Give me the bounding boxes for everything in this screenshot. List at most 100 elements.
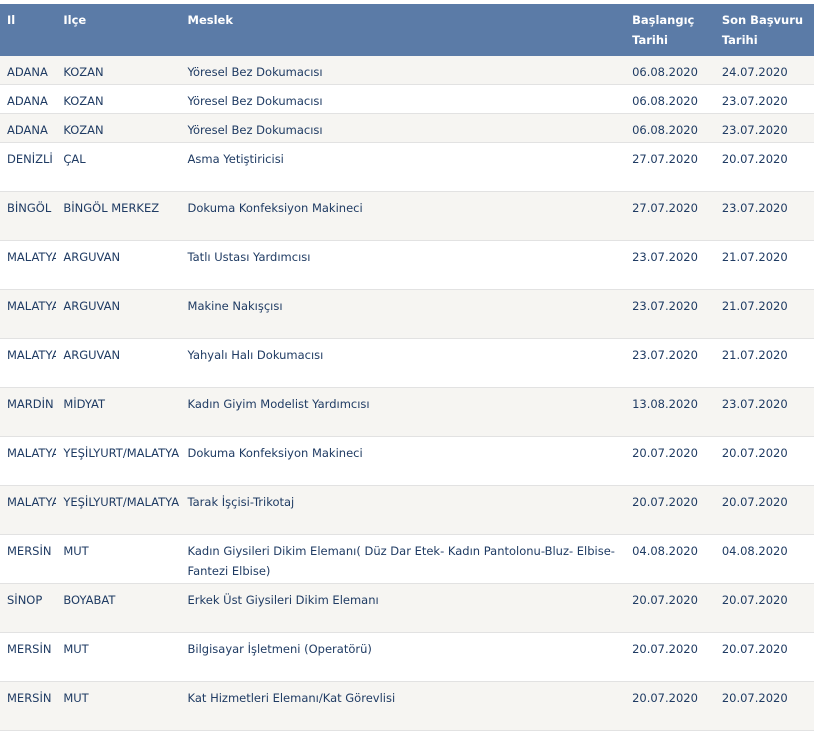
cell-meslek: Bilgisayar İşletmeni (Operatörü) xyxy=(180,632,626,682)
cell-ilce: YEŞİLYURT/MALATYA xyxy=(56,436,181,486)
cell-baslangic-tarihi: 20.07.2020 xyxy=(625,436,715,486)
cell-meslek: Erkek Üst Giysileri Dikim Elemanı xyxy=(180,583,626,633)
cell-ilce: YEŞİLYURT/MALATYA xyxy=(56,485,181,535)
cell-baslangic-tarihi: 13.08.2020 xyxy=(625,387,715,437)
cell-son-basvuru-tarihi: 20.07.2020 xyxy=(714,436,814,486)
cell-baslangic-tarihi: 06.08.2020 xyxy=(625,113,715,143)
cell-il: MALATYA xyxy=(0,240,57,290)
cell-ilce: ARGUVAN xyxy=(56,240,181,290)
cell-il: MARDİN xyxy=(0,387,57,437)
table-row[interactable]: MALATYA ARGUVAN Tatlı Ustası Yardımcısı 23.… xyxy=(0,240,814,290)
table-row[interactable]: MERSİN MUT Kat Hizmetleri Elemanı/Kat Göre… xyxy=(0,681,814,731)
cell-meslek: Kadın Giysileri Dikim Elemanı( Düz Dar E… xyxy=(180,534,626,584)
cell-il: MALATYA xyxy=(0,436,57,486)
cell-meslek: Yöresel Bez Dokumacısı xyxy=(180,84,626,114)
column-header-ilce[interactable]: Ilçe xyxy=(56,4,181,56)
cell-ilce: BİNGÖL MERKEZ xyxy=(56,191,181,241)
cell-son-basvuru-tarihi: 21.07.2020 xyxy=(714,240,814,290)
header-row: Il Ilçe Meslek Başlangıç Tarihi Son Başvu… xyxy=(0,4,814,56)
cell-meslek: Makine Nakışçısı xyxy=(180,289,626,339)
table-row[interactable]: MALATYA YEŞİLYURT/MALATYA Dokuma Konfeksiy… xyxy=(0,436,814,486)
cell-son-basvuru-tarihi: 21.07.2020 xyxy=(714,338,814,388)
cell-ilce: MUT xyxy=(56,632,181,682)
cell-meslek: Kadın Giyim Modelist Yardımcısı xyxy=(180,387,626,437)
column-header-il[interactable]: Il xyxy=(0,4,57,56)
cell-meslek: Yahyalı Halı Dokumacısı xyxy=(180,338,626,388)
cell-baslangic-tarihi: 04.08.2020 xyxy=(625,534,715,584)
table-header: Il Ilçe Meslek Başlangıç Tarihi Son Başvu… xyxy=(0,4,814,56)
cell-son-basvuru-tarihi: 20.07.2020 xyxy=(714,632,814,682)
cell-il: MERSİN xyxy=(0,534,57,584)
cell-meslek: Dokuma Konfeksiyon Makineci xyxy=(180,436,626,486)
cell-baslangic-tarihi: 06.08.2020 xyxy=(625,84,715,114)
cell-baslangic-tarihi: 23.07.2020 xyxy=(625,289,715,339)
course-table: Il Ilçe Meslek Başlangıç Tarihi Son Başvu… xyxy=(0,4,814,731)
course-table-container: Il Ilçe Meslek Başlangıç Tarihi Son Başvu… xyxy=(0,4,814,731)
table-row[interactable]: SİNOP BOYABAT Erkek Üst Giysileri Dikim El… xyxy=(0,583,814,633)
table-row[interactable]: MALATYA YEŞİLYURT/MALATYA Tarak İşçisi-Tri… xyxy=(0,485,814,535)
cell-il: MALATYA xyxy=(0,485,57,535)
cell-son-basvuru-tarihi: 23.07.2020 xyxy=(714,84,814,114)
cell-meslek: Asma Yetiştiricisi xyxy=(180,142,626,192)
cell-baslangic-tarihi: 20.07.2020 xyxy=(625,632,715,682)
column-header-son-basvuru[interactable]: Son Başvuru Tarihi xyxy=(714,4,814,56)
cell-ilce: KOZAN xyxy=(56,84,181,114)
table-row[interactable]: ADANA KOZAN Yöresel Bez Dokumacısı 06.08.20… xyxy=(0,84,814,114)
cell-il: MERSİN xyxy=(0,681,57,731)
cell-il: ADANA xyxy=(0,84,57,114)
cell-son-basvuru-tarihi: 23.07.2020 xyxy=(714,387,814,437)
table-row[interactable]: MARDİN MİDYAT Kadın Giyim Modelist Yardımc… xyxy=(0,387,814,437)
column-header-baslangic[interactable]: Başlangıç Tarihi xyxy=(625,4,715,56)
cell-meslek: Tarak İşçisi-Trikotaj xyxy=(180,485,626,535)
cell-son-basvuru-tarihi: 21.07.2020 xyxy=(714,289,814,339)
table-body: ADANA KOZAN Yöresel Bez Dokumacısı 06.08.20… xyxy=(0,56,814,731)
cell-baslangic-tarihi: 20.07.2020 xyxy=(625,485,715,535)
table-row[interactable]: BİNGÖL BİNGÖL MERKEZ Dokuma Konfeksiyon Ma… xyxy=(0,191,814,241)
cell-meslek: Yöresel Bez Dokumacısı xyxy=(180,113,626,143)
cell-meslek: Yöresel Bez Dokumacısı xyxy=(180,56,626,85)
cell-son-basvuru-tarihi: 20.07.2020 xyxy=(714,485,814,535)
cell-ilce: MUT xyxy=(56,681,181,731)
cell-il: DENİZLİ xyxy=(0,142,57,192)
table-row[interactable]: ADANA KOZAN Yöresel Bez Dokumacısı 06.08.20… xyxy=(0,56,814,85)
cell-il: MALATYA xyxy=(0,289,57,339)
cell-son-basvuru-tarihi: 20.07.2020 xyxy=(714,142,814,192)
cell-son-basvuru-tarihi: 23.07.2020 xyxy=(714,113,814,143)
cell-son-basvuru-tarihi: 23.07.2020 xyxy=(714,191,814,241)
cell-meslek: Dokuma Konfeksiyon Makineci xyxy=(180,191,626,241)
cell-baslangic-tarihi: 23.07.2020 xyxy=(625,240,715,290)
table-row[interactable]: MERSİN MUT Kadın Giysileri Dikim Elemanı( … xyxy=(0,534,814,584)
table-row[interactable]: MALATYA ARGUVAN Makine Nakışçısı 23.07.2020… xyxy=(0,289,814,339)
table-row[interactable]: MALATYA ARGUVAN Yahyalı Halı Dokumacısı 23.… xyxy=(0,338,814,388)
cell-son-basvuru-tarihi: 20.07.2020 xyxy=(714,583,814,633)
cell-son-basvuru-tarihi: 20.07.2020 xyxy=(714,681,814,731)
cell-il: MERSİN xyxy=(0,632,57,682)
table-row[interactable]: ADANA KOZAN Yöresel Bez Dokumacısı 06.08.20… xyxy=(0,113,814,143)
column-header-meslek[interactable]: Meslek xyxy=(180,4,626,56)
cell-ilce: ARGUVAN xyxy=(56,289,181,339)
cell-baslangic-tarihi: 06.08.2020 xyxy=(625,56,715,85)
cell-baslangic-tarihi: 20.07.2020 xyxy=(625,681,715,731)
cell-il: ADANA xyxy=(0,113,57,143)
cell-il: ADANA xyxy=(0,56,57,85)
cell-baslangic-tarihi: 27.07.2020 xyxy=(625,191,715,241)
cell-baslangic-tarihi: 27.07.2020 xyxy=(625,142,715,192)
cell-ilce: MİDYAT xyxy=(56,387,181,437)
cell-baslangic-tarihi: 20.07.2020 xyxy=(625,583,715,633)
cell-il: MALATYA xyxy=(0,338,57,388)
cell-ilce: KOZAN xyxy=(56,113,181,143)
cell-ilce: BOYABAT xyxy=(56,583,181,633)
cell-son-basvuru-tarihi: 24.07.2020 xyxy=(714,56,814,85)
table-row[interactable]: DENİZLİ ÇAL Asma Yetiştiricisi 27.07.2020 20… xyxy=(0,142,814,192)
cell-meslek: Kat Hizmetleri Elemanı/Kat Görevlisi xyxy=(180,681,626,731)
cell-meslek: Tatlı Ustası Yardımcısı xyxy=(180,240,626,290)
cell-ilce: ÇAL xyxy=(56,142,181,192)
cell-ilce: MUT xyxy=(56,534,181,584)
cell-baslangic-tarihi: 23.07.2020 xyxy=(625,338,715,388)
table-row[interactable]: MERSİN MUT Bilgisayar İşletmeni (Operatörü… xyxy=(0,632,814,682)
cell-ilce: KOZAN xyxy=(56,56,181,85)
cell-il: SİNOP xyxy=(0,583,57,633)
cell-ilce: ARGUVAN xyxy=(56,338,181,388)
cell-il: BİNGÖL xyxy=(0,191,57,241)
cell-son-basvuru-tarihi: 04.08.2020 xyxy=(714,534,814,584)
